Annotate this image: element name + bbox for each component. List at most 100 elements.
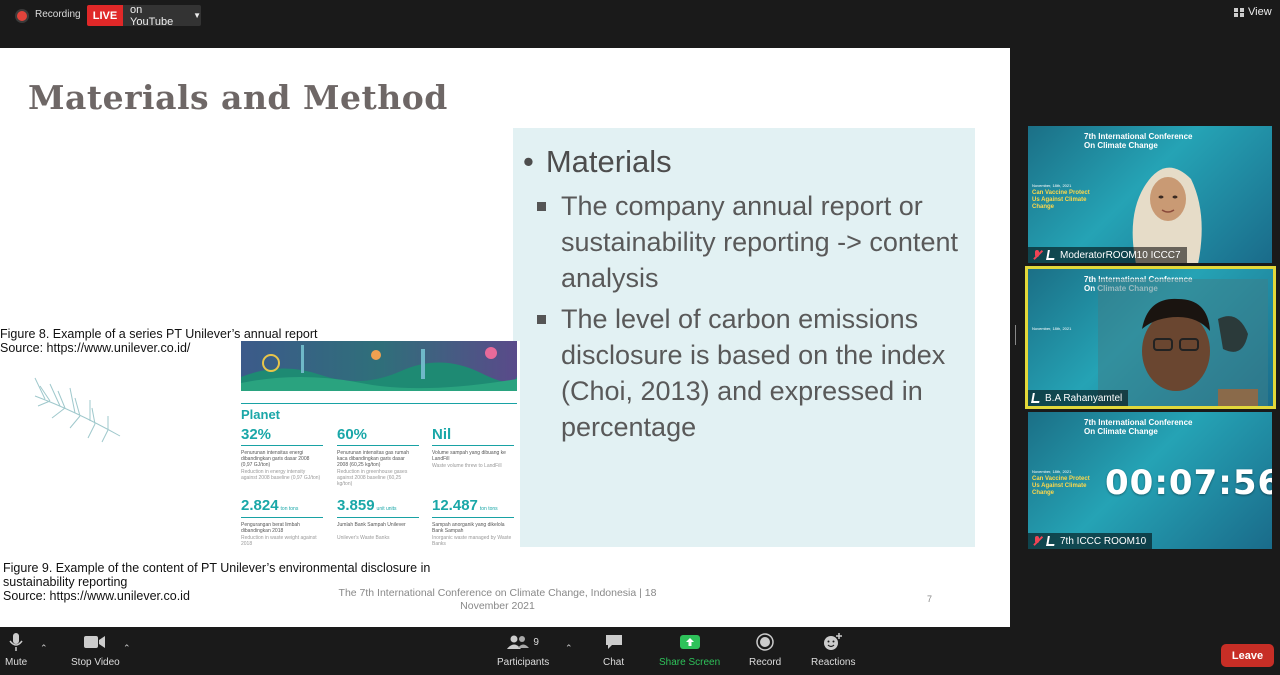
record-button[interactable]: Record bbox=[749, 627, 781, 668]
meeting-toolbar: Mute ⌃ Stop Video ⌃ 9 Participants ⌃ Cha… bbox=[0, 627, 1280, 675]
smiley-plus-icon bbox=[823, 627, 843, 657]
panel-resize-handle[interactable] bbox=[1014, 325, 1017, 347]
chevron-down-icon: ▼ bbox=[193, 11, 201, 20]
bullet-main: • Materials bbox=[523, 144, 672, 180]
report-stat-number: 3.859 bbox=[337, 497, 375, 514]
chat-button[interactable]: Chat bbox=[603, 627, 624, 668]
live-badge[interactable]: LIVE bbox=[87, 5, 123, 26]
report-stat-subtext: Waste volume threw to LandFill bbox=[432, 463, 502, 469]
slide-page-number: 7 bbox=[927, 594, 933, 604]
square-bullet-icon bbox=[537, 315, 546, 324]
pin-icon bbox=[1031, 393, 1041, 403]
conference-banner-tagline: Can Vaccine Protect Us Against Climate C… bbox=[1032, 190, 1090, 210]
chevron-up-icon[interactable]: ⌃ bbox=[123, 643, 131, 654]
mute-button[interactable]: Mute bbox=[5, 627, 27, 668]
participants-count: 9 bbox=[533, 636, 539, 648]
view-button[interactable]: View bbox=[1234, 6, 1272, 18]
participant-name: 7th ICCC ROOM10 bbox=[1060, 535, 1147, 547]
conference-banner-date: November, 18th, 2021 bbox=[1032, 326, 1072, 331]
video-tile[interactable]: 7th International Conference On Climate … bbox=[1028, 126, 1272, 263]
participant-name-bar: 7th ICCC ROOM10 bbox=[1028, 533, 1153, 549]
participant-video-image bbox=[1132, 167, 1202, 263]
participants-icon: 9 bbox=[507, 627, 539, 657]
microphone-icon bbox=[9, 627, 23, 657]
chevron-up-icon[interactable]: ⌃ bbox=[565, 643, 573, 654]
report-stat-subtext: Unilever's Waste Banks bbox=[337, 535, 390, 541]
stop-video-label: Stop Video bbox=[71, 657, 120, 668]
chevron-up-icon[interactable]: ⌃ bbox=[40, 643, 48, 654]
report-stat-value: 3.859 unit units bbox=[337, 497, 397, 514]
bullet-sub-text: The company annual report or sustainabil… bbox=[561, 191, 958, 293]
report-stat-number: 2.824 bbox=[241, 497, 279, 514]
unilever-report-figure: Planet 32% Penurunan intensitas energi d… bbox=[240, 341, 520, 563]
pin-icon bbox=[1046, 536, 1056, 546]
report-stat-separator bbox=[432, 517, 514, 518]
share-screen-button[interactable]: Share Screen bbox=[659, 627, 720, 668]
shared-screen-slide: Materials and Method • Materials The com… bbox=[0, 48, 1010, 627]
report-stat-text: Volume sampah yang dibuang ke LandFill bbox=[432, 450, 506, 462]
youtube-label: on YouTube bbox=[130, 3, 174, 28]
bullet-sub-item: The company annual report or sustainabil… bbox=[537, 188, 961, 296]
conference-banner-tagline: Can Vaccine Protect Us Against Climate C… bbox=[1032, 476, 1090, 496]
participant-name-bar: B.A Rahanyamtel bbox=[1028, 390, 1129, 406]
report-stat-value: 2.824 ton tons bbox=[241, 497, 298, 514]
participant-name-bar: ModeratorROOM10 ICCC7 bbox=[1028, 247, 1187, 263]
report-stat-subtext: Reduction in energy intensity against 20… bbox=[241, 469, 321, 481]
report-stat-separator bbox=[337, 517, 419, 518]
meeting-top-bar: Recording LIVE on YouTube ▼ View bbox=[0, 0, 1280, 48]
report-stat-separator bbox=[432, 445, 514, 446]
report-stat-value: 32% bbox=[241, 426, 272, 443]
report-stat-value: 60% bbox=[337, 426, 368, 443]
bullet-panel: • Materials The company annual report or… bbox=[513, 128, 975, 547]
bullet-dot-icon: • bbox=[523, 144, 534, 179]
view-label: View bbox=[1248, 6, 1272, 18]
report-stat-subtext: Reduction in greenhouse gases against 20… bbox=[337, 469, 408, 487]
stop-video-button[interactable]: Stop Video bbox=[71, 627, 120, 668]
report-stat-unit: ton tons bbox=[479, 506, 498, 512]
report-heading: Planet bbox=[241, 407, 281, 422]
share-screen-label: Share Screen bbox=[659, 657, 721, 668]
figure9-caption-line: Figure 9. Example of the content of PT U… bbox=[3, 561, 431, 575]
report-stat-separator bbox=[241, 517, 323, 518]
report-stat-text: Penurunan intensitas energi dibandingkan… bbox=[241, 450, 310, 468]
leave-button[interactable]: Leave bbox=[1221, 644, 1274, 667]
video-camera-icon bbox=[84, 627, 106, 657]
mute-label: Mute bbox=[5, 657, 28, 668]
recording-icon bbox=[17, 11, 27, 21]
conference-banner-date: November, 18th, 2021 bbox=[1032, 469, 1072, 474]
reactions-button[interactable]: Reactions bbox=[811, 627, 855, 668]
participant-name: B.A Rahanyamtel bbox=[1045, 392, 1123, 404]
slide-title: Materials and Method bbox=[28, 78, 448, 117]
slide-footer: The 7th International Conference on Clim… bbox=[338, 587, 657, 612]
mic-muted-icon bbox=[1032, 250, 1042, 260]
report-stat-separator bbox=[337, 445, 419, 446]
report-stat-separator bbox=[241, 445, 323, 446]
chat-icon bbox=[605, 627, 623, 657]
report-stat-text: Sampah anorganik yang dikelola Bank Samp… bbox=[432, 522, 505, 534]
video-tile-active-speaker[interactable]: 7th International Conference On Climate … bbox=[1025, 266, 1276, 409]
grid-view-icon bbox=[1234, 7, 1244, 17]
reactions-label: Reactions bbox=[811, 657, 856, 668]
report-divider bbox=[241, 403, 517, 404]
report-stat-text: Jumlah Bank Sampah Unilever bbox=[337, 522, 406, 528]
participants-button[interactable]: 9 Participants bbox=[497, 627, 549, 668]
figure8-caption-line: Figure 8. Example of a series PT Unileve… bbox=[0, 327, 318, 341]
share-screen-icon bbox=[679, 627, 701, 657]
mic-muted-icon bbox=[1032, 536, 1042, 546]
report-stat-unit: unit units bbox=[376, 506, 397, 512]
report-stat-text: Pengurangan berat limbah dibandingkan 20… bbox=[241, 522, 300, 534]
record-icon bbox=[756, 627, 774, 657]
report-banner-image bbox=[241, 341, 517, 391]
participants-label: Participants bbox=[497, 657, 550, 668]
video-tile[interactable]: 7th International Conference On Climate … bbox=[1028, 412, 1272, 549]
bullet-sub-text: The level of carbon emissions disclosure… bbox=[561, 304, 946, 442]
report-stat-value: 12.487 ton tons bbox=[432, 497, 498, 514]
chat-label: Chat bbox=[603, 657, 625, 668]
bullet-sub-item: The level of carbon emissions disclosure… bbox=[537, 301, 961, 445]
bullet-main-label: Materials bbox=[545, 144, 672, 179]
recording-label: Recording bbox=[35, 9, 81, 20]
square-bullet-icon bbox=[537, 202, 546, 211]
countdown-timer: 00:07:56 bbox=[1105, 463, 1272, 503]
participant-name: ModeratorROOM10 ICCC7 bbox=[1060, 249, 1181, 261]
youtube-stream-button[interactable]: on YouTube ▼ bbox=[123, 3, 201, 28]
